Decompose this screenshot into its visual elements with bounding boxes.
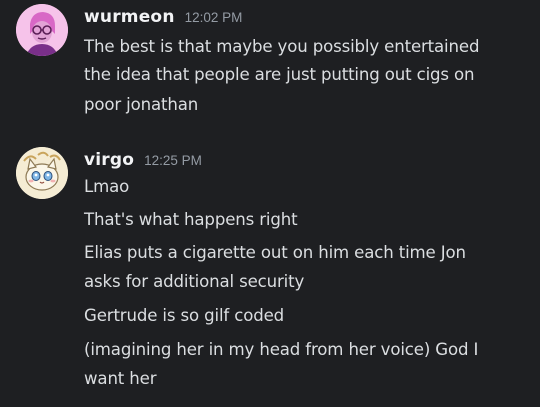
message-line: the idea that people are just putting ou… [84, 65, 475, 84]
message-line: Gertrude is so gilf coded [84, 306, 285, 325]
username[interactable]: wurmeon [84, 7, 175, 27]
timestamp[interactable]: 12:25 PM [144, 153, 202, 168]
message-line: The best is that maybe you possibly ente… [84, 37, 480, 56]
cat-cartoon-avatar-icon [16, 147, 68, 199]
timestamp[interactable]: 12:02 PM [185, 10, 243, 25]
message-header: wurmeon 12:02 PM [84, 7, 242, 31]
username[interactable]: virgo [84, 150, 134, 170]
message-line: poor jonathan [84, 95, 199, 114]
user-avatar[interactable] [16, 4, 68, 56]
message-line: Lmao [84, 177, 130, 196]
message-line: asks for additional security [84, 272, 305, 291]
pink-cartoon-avatar-icon [16, 4, 68, 56]
message-line: want her [84, 369, 157, 388]
message-line: Elias puts a cigarette out on him each t… [84, 243, 466, 262]
message-line: (imagining her in my head from her voice… [84, 340, 479, 359]
message-header: virgo 12:25 PM [84, 150, 202, 174]
user-avatar[interactable] [16, 147, 68, 199]
message-line: That's what happens right [84, 210, 298, 229]
